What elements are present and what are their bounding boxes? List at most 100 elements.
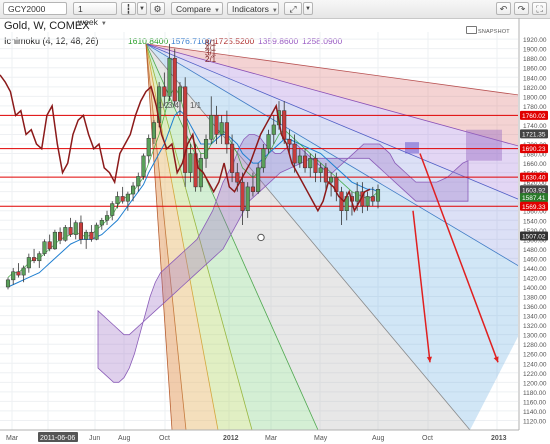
candle-body [141,155,146,177]
y-tick-label: 1360.00 [523,304,547,311]
candle-body [308,158,313,169]
y-tick-label: 1420.00 [523,275,547,282]
candle-body [219,122,224,135]
y-tick-label: 1240.00 [523,361,547,368]
candle-body [151,122,156,139]
candle-body [313,158,318,173]
candle-body [68,227,73,235]
y-tick-label: 1140.00 [523,409,546,416]
y-tick-label: 1860.00 [523,66,547,73]
candle-body [21,267,26,276]
x-tick-label: Aug [372,435,385,442]
y-tick-label: 1440.00 [523,266,547,273]
candle-body [131,185,136,195]
candle-body [52,231,57,250]
candle-body [323,167,328,183]
candle-body [167,57,172,97]
candle-body [256,167,261,192]
x-tick-label: Mar [6,435,19,442]
y-tick-label: 1200.00 [523,380,547,387]
x-tick-label: Oct [159,435,170,442]
y-tick-label: 1340.00 [523,314,547,321]
price-level-badge-label: 1569.33 [522,204,546,211]
candle-body [110,203,115,216]
y-tick-label: 1820.00 [523,85,547,92]
y-tick-label: 1460.00 [523,256,547,263]
x-tick-label: 2012 [223,435,239,442]
gann-label: 1/1 [190,101,202,110]
y-tick-label: 1800.00 [523,94,547,101]
candle-body [78,222,84,240]
candle-body [11,271,16,281]
candle-body [339,191,344,211]
candle-body [375,189,381,202]
projection-box [466,129,502,161]
x-axis-cursor-label: 2011-06-06 [40,435,75,442]
y-tick-label: 1900.00 [523,47,547,54]
candle-body [203,138,209,159]
candle-body [89,231,94,240]
candle-body [230,143,235,173]
price-level-badge-label: 1630.40 [522,175,546,182]
x-tick-label: Oct [422,435,433,442]
x-tick-label: May [314,435,328,442]
candle-body [37,253,42,262]
y-tick-label: 1280.00 [523,342,547,349]
candle-body [16,271,21,276]
y-tick-label: 1180.00 [523,390,546,397]
y-tick-label: 1120.00 [523,418,546,425]
y-tick-label: 1480.00 [523,247,547,254]
candle-body [63,227,68,241]
projection-box [405,142,419,154]
candle-body [261,148,266,169]
y-tick-label: 1300.00 [523,333,547,340]
candle-body [355,191,360,202]
candle-body [146,138,151,157]
candle-body [115,196,120,204]
candle-body [104,215,110,221]
y-tick-label: 1740.00 [523,123,547,130]
price-chart[interactable]: 8/14/13/12/11/13/41/21120.001140.001160.… [0,0,550,444]
candle-body [302,155,308,169]
x-tick-label: Mar [265,435,278,442]
y-tick-label: 1400.00 [523,285,547,292]
candle-body [42,241,47,254]
candle-body [47,241,52,250]
candle-body [84,231,89,240]
y-tick-label: 1320.00 [523,323,547,330]
candle-body [209,115,214,140]
y-tick-label: 1540.00 [523,218,547,225]
candle-body [5,279,11,288]
candle-body [94,224,99,240]
candle-body [318,167,323,173]
candle-body [99,220,104,226]
cursor-marker [257,233,265,242]
price-level-badge-label: 1690.23 [522,146,546,153]
y-tick-label: 1260.00 [523,352,547,359]
y-tick-label: 1160.00 [523,399,546,406]
price-level-badge-label: 1507.02 [522,233,546,240]
candle-body [245,186,250,211]
candle-body [162,86,167,97]
y-tick-label: 1220.00 [523,371,547,378]
gann-label: 3/4 [168,101,180,110]
candle-body [120,196,125,202]
candle-body [240,181,245,211]
candle-body [136,176,141,187]
candle-body [365,196,370,207]
candle-body [370,196,375,202]
candle-body [177,86,183,102]
candle-body [214,115,219,135]
candle-body [282,110,287,140]
candle-body [271,124,276,135]
x-tick-label: Aug [118,435,131,442]
candle-body [224,122,229,145]
y-tick-label: 1920.00 [523,37,547,44]
y-tick-label: 1840.00 [523,75,547,82]
gann-label: 2/1 [205,55,217,64]
candle-body [292,143,297,164]
price-level-badge-label: 1760.02 [522,113,546,120]
candle-body [266,134,271,150]
price-level-badge-label: 1587.41 [522,195,546,202]
candle-body [188,153,193,173]
